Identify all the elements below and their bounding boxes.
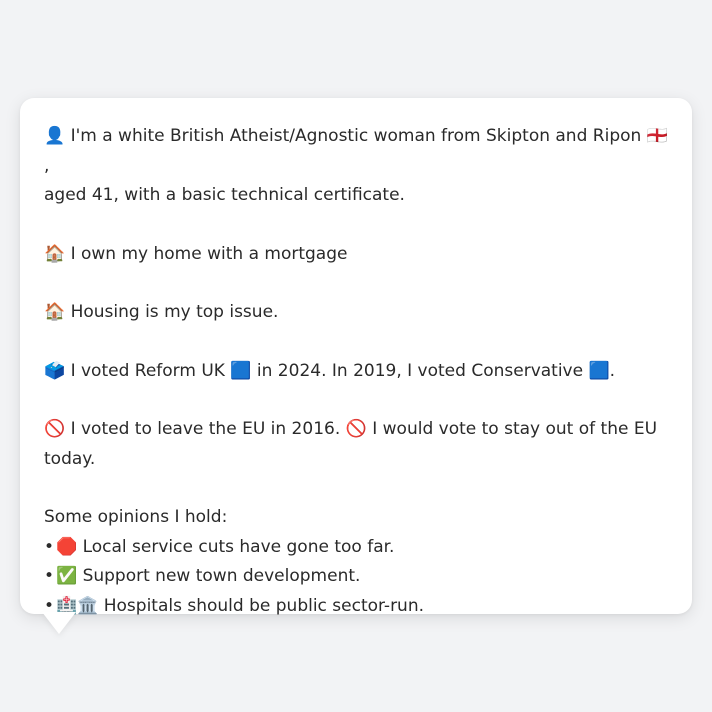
eu-text-2: I would vote to stay out of the EU (372, 419, 658, 439)
vote-text-2: in 2024. In 2019, I voted Conservative (256, 360, 584, 381)
blue-square-icon: 🟦 (230, 360, 252, 381)
house-icon: 🏠 (44, 302, 66, 322)
home-paragraph: 🏠 I own my home with a mortgage (44, 240, 668, 270)
identity-suffix: , (44, 155, 50, 176)
person-icon: 👤 (44, 126, 66, 146)
vote-text-1: I voted Reform UK (70, 360, 225, 381)
home-text: I own my home with a mortgage (70, 243, 348, 264)
house-icon: 🏠 (44, 243, 66, 264)
ballot-box-icon: 🗳️ (44, 360, 66, 381)
profile-bubble: 👤 I'm a white British Atheist/Agnostic w… (20, 98, 692, 616)
england-flag-icon: 🏴󠁧󠁢󠁥󠁮󠁧󠁿 (646, 126, 668, 146)
blue-square-icon: 🟦 (588, 360, 610, 381)
eu-text-1: I voted to leave the EU in 2016. (70, 419, 341, 439)
bubble-tail (42, 612, 76, 634)
issue-paragraph: 🏠 Housing is my top issue. (44, 298, 668, 328)
list-item: • ✅ Support new town development. (44, 562, 668, 592)
prohibited-icon: 🚫 (44, 419, 66, 439)
identity-line-2: aged 41, with a basic technical certific… (44, 185, 405, 205)
eu-paragraph: 🚫 I voted to leave the EU in 2016. 🚫 I w… (44, 415, 668, 474)
bullet: • (44, 536, 55, 557)
opinion-text: Local service cuts have gone too far. (82, 536, 395, 557)
stop-sign-icon: 🛑 (56, 536, 78, 557)
opinions-section: Some opinions I hold: • 🛑 Local service c… (44, 503, 668, 621)
vote-paragraph: 🗳️ I voted Reform UK 🟦 in 2024. In 2019,… (44, 357, 668, 387)
identity-text: I'm a white British Atheist/Agnostic wom… (70, 126, 642, 146)
check-mark-icon: ✅ (56, 566, 78, 586)
list-item: • 🛑 Local service cuts have gone too far. (44, 533, 668, 563)
opinion-text: Support new town development. (82, 566, 361, 586)
issue-text: Housing is my top issue. (70, 302, 279, 322)
eu-text-3: today. (44, 448, 96, 469)
prohibited-icon: 🚫 (345, 419, 367, 439)
vote-text-3: . (609, 360, 616, 381)
list-item: • 🏥🏛️ Hospitals should be public sector-r… (44, 592, 668, 622)
identity-paragraph: 👤 I'm a white British Atheist/Agnostic w… (44, 122, 668, 211)
opinions-heading: Some opinions I hold: (44, 507, 228, 527)
opinion-text: Hospitals should be public sector-run. (103, 595, 425, 616)
bullet: • (44, 566, 55, 586)
